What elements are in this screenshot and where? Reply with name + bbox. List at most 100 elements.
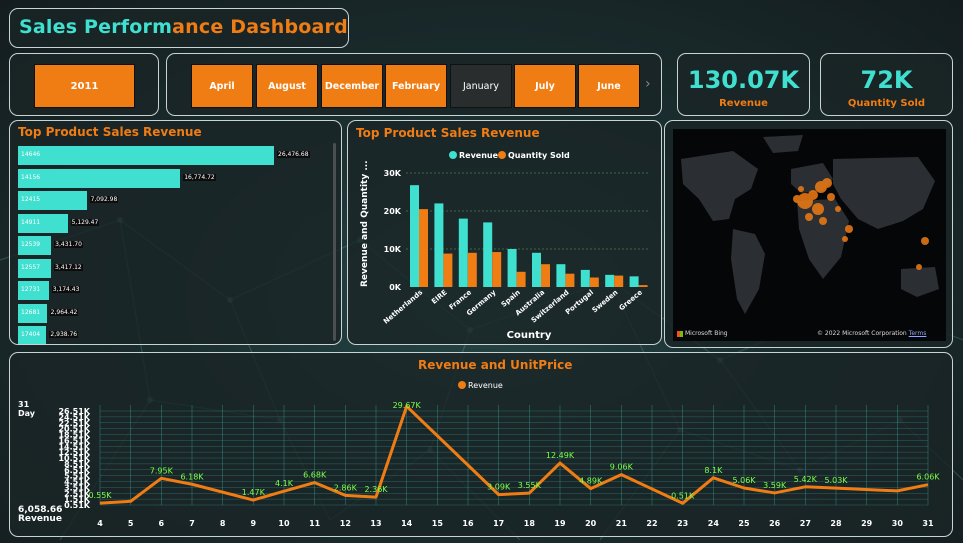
y-axis-title: Revenue and Quantity ... (360, 160, 370, 287)
y-tick-label: 0K (389, 283, 402, 292)
product-revenue-card: Top Product Sales Revenue 14646 26,476.68… (9, 120, 342, 345)
bar-quantity-netherlands (419, 209, 428, 287)
title-card: Sales Performance Dashboard (9, 8, 349, 48)
data-label: 29.67K (393, 401, 422, 410)
data-label: 1.47K (242, 488, 266, 497)
data-label: 2.86K (334, 483, 358, 492)
kpi-quantity: 72K Quantity Sold (820, 53, 953, 116)
bar-revenue-spain (507, 249, 517, 287)
month-button-august[interactable]: August (256, 64, 318, 108)
map-card: Microsoft Bing © 2022 Microsoft Corporat… (664, 120, 953, 348)
x-tick-label: 11 (309, 519, 321, 528)
copyright-text: © 2022 Microsoft Corporation (817, 330, 907, 337)
y-tick-label: 26.51K (58, 407, 90, 416)
x-tick-label: 21 (616, 519, 628, 528)
hbar-value-label: 7,092.98 (89, 196, 119, 203)
bar-quantity-greece (638, 285, 648, 287)
x-tick-label: 19 (554, 519, 566, 528)
month-button-january[interactable]: January (450, 64, 512, 108)
month-button-june[interactable]: June (578, 64, 640, 108)
x-tick-label: Netherlands (382, 288, 424, 325)
bar-quantity-portugal (589, 277, 599, 287)
month-button-july[interactable]: July (514, 64, 576, 108)
x-tick-label: 29 (861, 519, 873, 528)
hbar-bar: 14156 (18, 168, 181, 188)
world-map[interactable] (673, 129, 946, 341)
x-tick-label: 31 (922, 519, 934, 528)
bar-quantity-spain (516, 271, 526, 287)
month-button-february[interactable]: February (385, 64, 447, 108)
terms-link[interactable]: Terms (909, 330, 927, 337)
x-tick-label: 24 (708, 519, 720, 528)
bing-credit: Microsoft Bing (677, 330, 728, 337)
data-label: 9.06K (610, 463, 634, 472)
month-button-april[interactable]: April (191, 64, 253, 108)
y-tick-label: 10K (384, 245, 402, 254)
x-tick-label: 17 (493, 519, 504, 528)
hbar-category: 12681 (21, 308, 41, 316)
scrollbar[interactable] (333, 143, 336, 341)
data-label: 5.06K (732, 476, 756, 485)
x-tick-label: 7 (189, 519, 195, 528)
x-tick-label: 30 (892, 519, 904, 528)
bar-revenue-germany (483, 222, 493, 287)
data-label: 3.55K (518, 481, 542, 490)
hbar-value-label: 3,417.12 (54, 263, 83, 271)
chevron-right-icon[interactable]: › (645, 76, 651, 92)
y-tick-label: 20K (384, 207, 402, 216)
hbar-bar: 12539 (18, 236, 52, 255)
year-slicer: 2011 (9, 53, 159, 116)
bar-revenue-eire (434, 203, 444, 287)
bar-revenue-switzerland (556, 264, 566, 287)
kpi-quantity-label: Quantity Sold (847, 98, 926, 109)
country-bar-chart: Revenue Quantity Sold 0K 10K 20K 30K Revenue a… (360, 151, 650, 341)
data-label: 3.59K (763, 481, 787, 490)
data-label: 6.06K (916, 473, 940, 482)
month-slicer: April August December February January J… (166, 53, 662, 116)
data-label: 12.49K (546, 451, 575, 460)
x-tick-label: Sweden (591, 288, 620, 314)
x-tick-label: 12 (340, 519, 351, 528)
title-part-1: Sales Perform (19, 16, 173, 38)
bing-credit-text: Microsoft Bing (685, 330, 728, 337)
kpi-quantity-value: 72K (860, 66, 913, 94)
hbar-value-label: 3,174.43 (51, 286, 81, 293)
x-tick-label: 16 (462, 519, 474, 528)
x-tick-label: 22 (646, 519, 657, 528)
hbar-value-label: 26,476.68 (277, 151, 310, 158)
copyright: © 2022 Microsoft Corporation Terms (817, 330, 926, 337)
bar-quantity-france (467, 252, 477, 287)
hbar-bar: 17404 (18, 326, 47, 344)
x-tick-label: 20 (585, 519, 597, 528)
hbar-bar: 14911 (18, 213, 68, 233)
kpi-revenue: 130.07K Revenue (677, 53, 810, 116)
x-tick-label: 26 (769, 519, 781, 528)
month-button-december[interactable]: December (321, 64, 383, 108)
x-tick-label: 15 (432, 519, 444, 528)
x-axis-title: Country (507, 330, 552, 341)
bar-revenue-netherlands (410, 185, 419, 287)
bar-revenue-greece (629, 276, 639, 287)
year-button[interactable]: 2011 (34, 64, 135, 108)
hbar-bar: 12681 (18, 303, 47, 323)
line-legend-label: Revenue (468, 381, 503, 390)
hbar-bar: 12415 (18, 191, 87, 210)
hbar-category: 14911 (21, 218, 41, 226)
bar-legend: Revenue Quantity Sold (449, 151, 570, 160)
data-label: 5.03K (824, 476, 848, 485)
revenue-line (99, 404, 929, 505)
kpi-revenue-value: 130.07K (687, 66, 800, 94)
kpi-revenue-label: Revenue (719, 98, 768, 109)
data-label: 4.1K (275, 479, 294, 488)
hbar-value-label: 2,938.76 (49, 331, 79, 338)
x-tick-label: EIRE (430, 288, 449, 306)
x-tick-label: Greece (618, 288, 644, 312)
legend-quantity-label: Quantity Sold (508, 151, 570, 160)
bar-quantity-australia (541, 264, 550, 287)
hbar-value-label: 16,774.72 (183, 173, 216, 181)
revenue-line-card: Revenue and UnitPrice 31 Day 6,058.66 Reve… (9, 352, 953, 537)
data-label: 6.18K (180, 472, 204, 481)
x-tick-label: 9 (251, 519, 257, 528)
bar-revenue-france (458, 218, 468, 287)
country-revenue-card: Top Product Sales Revenue Revenue Quantit… (347, 120, 662, 345)
